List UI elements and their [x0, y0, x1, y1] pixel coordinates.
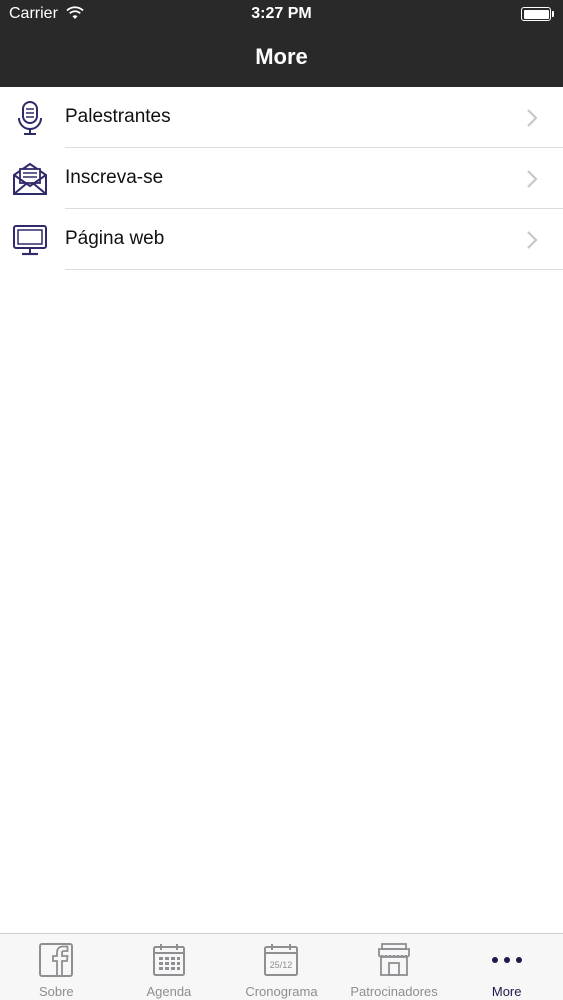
date-calendar-icon: 25/12: [264, 944, 299, 976]
chevron-right-icon: [527, 109, 538, 127]
tab-more[interactable]: More: [450, 934, 563, 1000]
menu-item-pagina-web[interactable]: Página web: [0, 209, 563, 270]
row-separator: [65, 269, 563, 270]
tab-label: Sobre: [38, 984, 74, 999]
navigation-header: Carrier 3:27 PM More: [0, 0, 563, 87]
microphone-icon: [18, 101, 42, 135]
more-dots-icon: [491, 957, 522, 963]
calendar-date-text: 25/12: [270, 960, 293, 970]
battery-icon: [521, 7, 554, 21]
status-bar: Carrier 3:27 PM: [0, 0, 563, 30]
chevron-right-icon: [527, 231, 538, 249]
tab-label: Patrocinadores: [350, 984, 438, 999]
clock: 3:27 PM: [251, 5, 312, 22]
menu-item-label: Página web: [65, 228, 165, 249]
tab-patrocinadores[interactable]: Patrocinadores: [338, 934, 451, 1000]
chevron-right-icon: [527, 170, 538, 188]
tab-sobre[interactable]: Sobre: [0, 934, 113, 1000]
tab-label: Cronograma: [245, 984, 318, 999]
tab-label: Agenda: [146, 984, 192, 999]
menu-item-label: Palestrantes: [65, 106, 171, 127]
envelope-icon: [13, 162, 47, 195]
menu-item-label: Inscreva-se: [65, 167, 164, 188]
menu-item-inscreva-se[interactable]: Inscreva-se: [0, 148, 563, 209]
facebook-icon: [39, 943, 74, 977]
screen: Carrier 3:27 PM More Palestrantes Inscre…: [0, 0, 563, 1000]
tab-agenda[interactable]: Agenda: [113, 934, 226, 1000]
calendar-icon: [152, 944, 185, 976]
monitor-icon: [13, 225, 47, 256]
tab-bar: Sobre Agenda 25/12 Cronograma Patrocinad…: [0, 933, 563, 1000]
menu-item-palestrantes[interactable]: Palestrantes: [0, 87, 563, 148]
page-title: More: [255, 44, 308, 69]
more-menu-list: Palestrantes Inscreva-se Página web: [0, 87, 563, 270]
storefront-icon: [378, 943, 410, 976]
tab-cronograma[interactable]: 25/12 Cronograma: [225, 934, 338, 1000]
tab-label: More: [491, 984, 522, 999]
